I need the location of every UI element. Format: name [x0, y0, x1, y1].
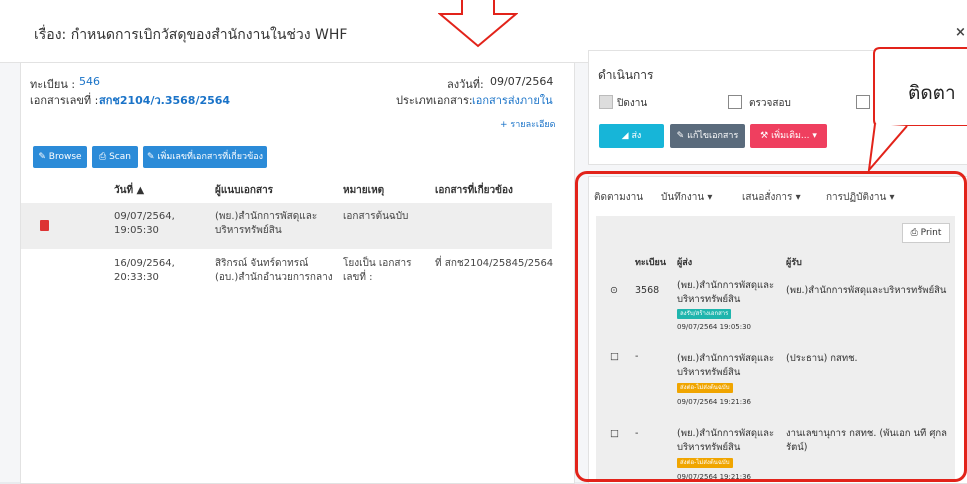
row2-receiver: (ประธาน) กสทช.	[786, 353, 858, 364]
document-dialog: เรื่อง: กำหนดการเบิกวัสดุของสำนักงานในช่…	[0, 0, 967, 484]
tab-operations[interactable]: การปฏิบัติงาน ▾	[826, 190, 894, 205]
col-header-note: หมายเหตุ	[343, 185, 385, 196]
row1-attacher: (พย.)สำนักการพัสดุและบริหารทรัพย์สิน	[215, 211, 318, 236]
row2-related-link[interactable]: ที่ สกช2104/25845/2564	[435, 257, 555, 271]
pdf-file-icon[interactable]	[40, 220, 49, 231]
row1-sender: (พย.)สำนักการพัสดุและบริหารทรัพย์สิน	[677, 280, 775, 305]
status-badge: ส่งต่อ-ไม่ส่งต้นฉบับ	[677, 383, 733, 393]
row2-note: โยงเป็น เอกสารเลขที่ :	[343, 258, 412, 283]
folder-icon[interactable]: □	[610, 427, 619, 441]
browse-button[interactable]: ✎ Browse	[33, 146, 87, 168]
row2-reg: -	[635, 351, 639, 362]
status-badge: ลงรับ/สร้างเอกสาร	[677, 309, 732, 319]
row2-date: 16/09/2564, 20:33:30	[114, 258, 175, 283]
row3-receiver: งานเลขานุการ กสทช. (พันเอก นที ศุกลรัตน์…	[786, 428, 947, 453]
row2-sender: (พย.)สำนักการพัสดุและบริหารทรัพย์สิน	[677, 353, 775, 378]
row1-receiver: (พย.)สำนักการพัสดุและบริหารทรัพย์สิน	[786, 285, 947, 296]
print-button[interactable]: ⎙ Print	[902, 223, 950, 243]
send-button[interactable]: ◢ ส่ง	[599, 124, 664, 148]
row3-time: 09/07/2564 19:21:36	[677, 473, 752, 481]
col-header-receiver: ผู้รับ	[786, 258, 802, 268]
close-task-checkbox[interactable]	[599, 95, 613, 109]
col-header-sender: ผู้ส่ง	[677, 258, 693, 268]
row2-time: 09/07/2564 19:21:36	[677, 398, 752, 406]
date-value: 09/07/2564	[490, 75, 554, 88]
row1-reg: 3568	[635, 285, 660, 296]
review-label: ตรวจสอบ	[749, 98, 791, 109]
row3-reg: -	[635, 428, 639, 439]
record-icon: ⊙	[610, 285, 618, 296]
close-task-label: ปิดงาน	[617, 98, 648, 109]
actions-title: ดำเนินการ	[598, 68, 654, 82]
row1-note: เอกสารต้นฉบับ	[343, 211, 409, 222]
row1-date: 09/07/2564, 19:05:30	[114, 211, 175, 236]
callout-text: ติดตา	[908, 82, 956, 104]
docno-value: สกช2104/ว.3568/2564	[99, 94, 231, 107]
row1-time: 09/07/2564 19:05:30	[677, 323, 752, 331]
more-actions-button[interactable]: ⚒ เพิ่มเติม... ▾	[750, 124, 827, 148]
down-arrow-annotation	[438, 0, 518, 48]
callout-pointer	[867, 123, 908, 174]
folder-icon[interactable]: □	[610, 350, 619, 364]
extra-checkbox[interactable]	[856, 95, 870, 109]
col-header-reg: ทะเบียน	[635, 258, 666, 268]
details-link[interactable]: + รายละเอียด	[500, 117, 556, 131]
reg-value: 546	[79, 75, 100, 88]
type-value: เอกสารส่งภายใน	[472, 94, 553, 107]
review-checkbox[interactable]	[728, 95, 742, 109]
edit-document-button[interactable]: ✎ แก้ไขเอกสาร	[670, 124, 745, 148]
tab-propose[interactable]: เสนอสั่งการ ▾	[742, 190, 801, 205]
status-badge: ส่งต่อ-ไม่ส่งต้นฉบับ	[677, 458, 733, 468]
col-header-related: เอกสารที่เกี่ยวข้อง	[435, 185, 513, 196]
tab-tracking[interactable]: ติดตามงาน	[594, 190, 643, 205]
row3-sender: (พย.)สำนักการพัสดุและบริหารทรัพย์สิน	[677, 428, 775, 453]
scan-button[interactable]: ⎙ Scan	[92, 146, 138, 168]
row2-attacher: สิริกรณ์ จันทร์ดาทรณ์ (อบ.)สำนักอำนวยการ…	[215, 258, 333, 283]
col-header-date[interactable]: วันที่ ▲	[114, 183, 144, 198]
tab-record[interactable]: บันทึกงาน ▾	[661, 190, 712, 205]
docno-label: เอกสารเลขที่ :	[30, 94, 99, 107]
link-related-doc-button[interactable]: ✎ เพิ่มเลขที่เอกสารที่เกี่ยวข้อง	[143, 146, 267, 168]
col-header-attacher: ผู้แนบเอกสาร	[215, 185, 274, 196]
type-label: ประเภทเอกสาร:	[396, 94, 473, 107]
dialog-title: เรื่อง: กำหนดการเบิกวัสดุของสำนักงานในช่…	[34, 27, 348, 43]
close-icon[interactable]: ×	[955, 25, 966, 40]
